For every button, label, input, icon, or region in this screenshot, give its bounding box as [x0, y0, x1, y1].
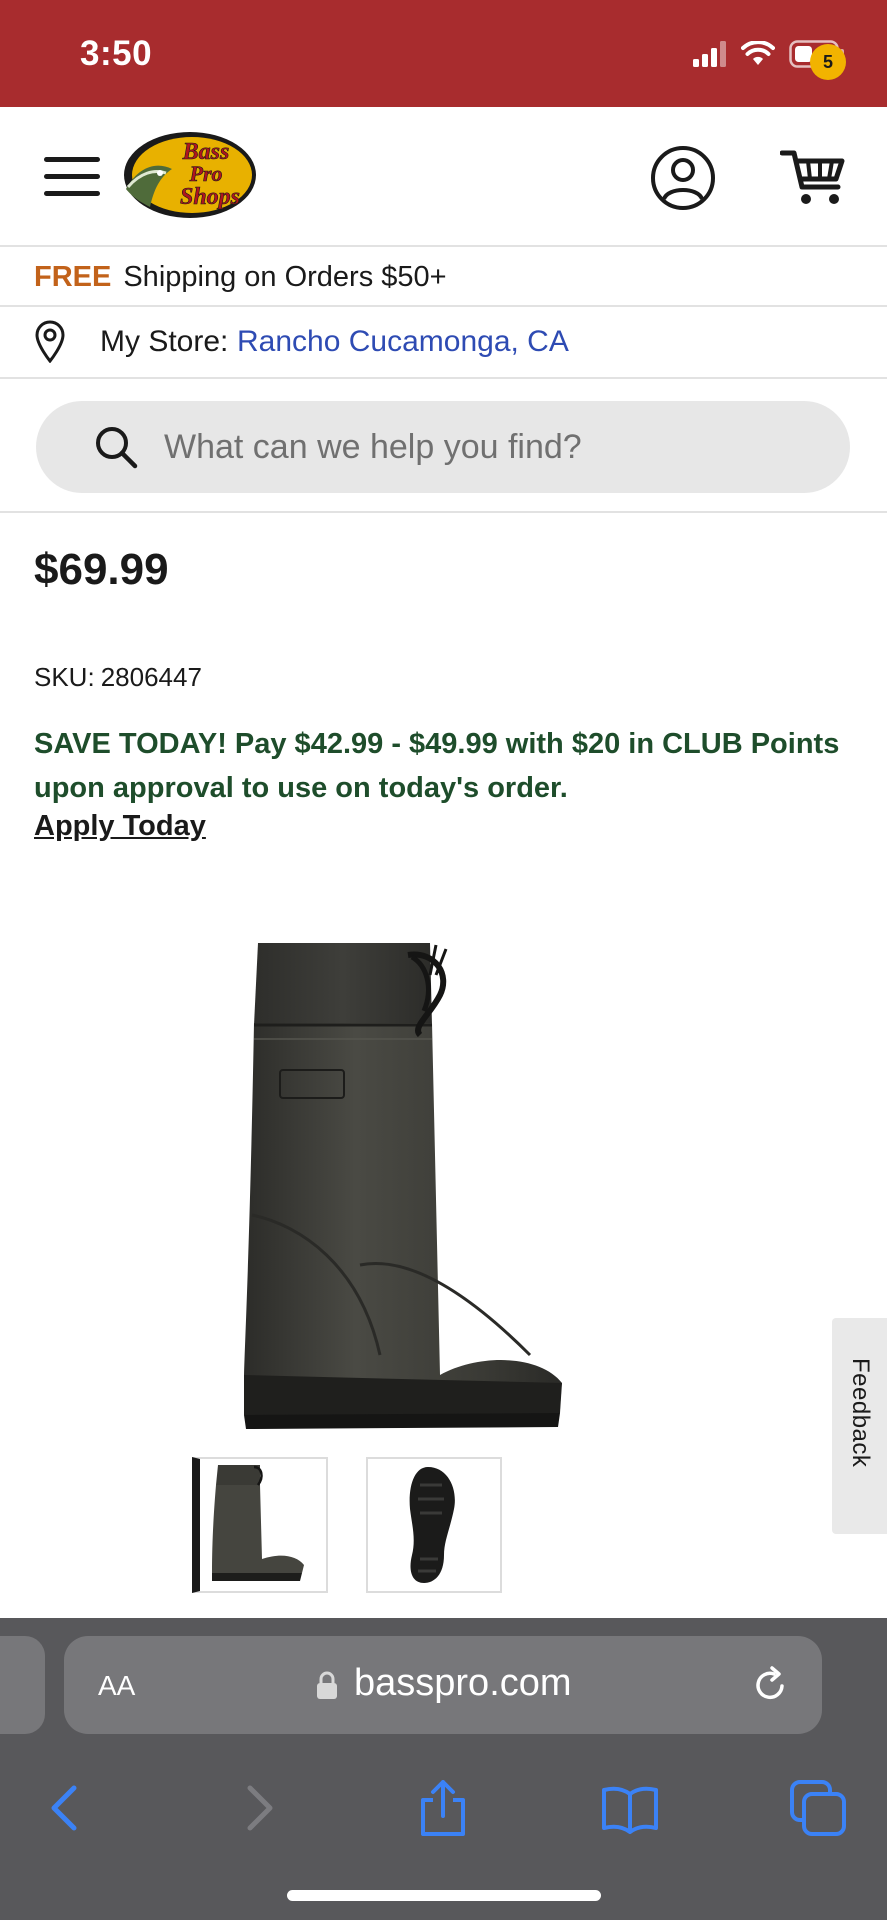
svg-text:Pro: Pro — [189, 161, 223, 186]
site-header: Bass Pro Shops — [0, 107, 887, 247]
menu-button[interactable] — [44, 155, 100, 199]
search-section — [0, 379, 887, 513]
browser-toolbar: AA basspro.com — [0, 1618, 887, 1920]
previous-tab-preview[interactable] — [0, 1636, 45, 1734]
bookmarks-icon[interactable] — [602, 1780, 658, 1836]
home-indicator — [287, 1890, 601, 1901]
browser-nav-row — [0, 1766, 887, 1846]
shopping-cart-icon — [779, 150, 845, 204]
reload-icon[interactable] — [752, 1666, 790, 1704]
signal-icon — [693, 41, 726, 67]
feedback-tab[interactable]: Feedback — [832, 1318, 887, 1534]
product-sku: SKU: 2806447 — [34, 662, 202, 693]
url-text: basspro.com — [354, 1662, 572, 1704]
account-button[interactable] — [650, 145, 716, 211]
hamburger-icon — [44, 157, 100, 162]
my-store-label: My Store: — [100, 325, 229, 358]
apply-today-link[interactable]: Apply Today — [34, 810, 206, 843]
aa-label: AA — [98, 1670, 136, 1701]
search-box[interactable] — [36, 401, 850, 493]
feedback-label: Feedback — [847, 1358, 874, 1468]
sku-label: SKU: — [34, 662, 95, 692]
bass-pro-shops-logo[interactable]: Bass Pro Shops — [120, 127, 260, 223]
boot-image[interactable] — [240, 935, 640, 1440]
cart-count-badge: 5 — [810, 44, 846, 80]
reader-aa-button[interactable]: AA — [98, 1662, 135, 1704]
address-bar[interactable]: AA basspro.com — [64, 1636, 822, 1734]
svg-text:Shops: Shops — [180, 184, 240, 210]
cart-button[interactable] — [779, 147, 850, 209]
shipping-promo-text: Shipping on Orders $50+ — [123, 260, 447, 293]
back-icon[interactable] — [38, 1780, 94, 1836]
thumbnail-boot-side[interactable] — [192, 1457, 328, 1593]
search-icon — [96, 427, 138, 469]
tabs-icon[interactable] — [790, 1780, 846, 1836]
share-icon[interactable] — [415, 1780, 471, 1836]
free-label: FREE — [34, 260, 112, 293]
search-input[interactable] — [164, 423, 804, 471]
club-points-promo: SAVE TODAY! Pay $42.99 - $49.99 with $20… — [34, 728, 840, 804]
store-name-link[interactable]: Rancho Cucamonga, CA — [237, 325, 569, 359]
wifi-icon — [741, 41, 775, 65]
lock-icon — [317, 1671, 337, 1699]
forward-icon[interactable] — [230, 1780, 286, 1836]
status-bar: 3:50 — [0, 0, 887, 107]
sku-value: 2806447 — [100, 662, 202, 692]
boot-sole-thumbnail — [409, 1467, 455, 1583]
shipping-promo-bar[interactable]: FREE Shipping on Orders $50+ — [0, 249, 887, 307]
boot-side-thumbnail — [212, 1465, 304, 1581]
user-icon — [651, 146, 715, 210]
location-pin-icon — [35, 320, 65, 363]
thumbnail-boot-sole[interactable] — [366, 1457, 502, 1593]
status-time: 3:50 — [80, 34, 153, 73]
my-store-bar: My Store: Rancho Cucamonga, CA — [0, 309, 887, 379]
product-price: $69.99 — [34, 545, 169, 594]
